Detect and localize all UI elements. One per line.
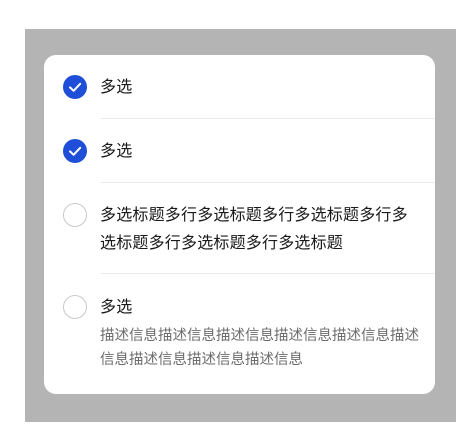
checkbox-option-3[interactable]: 多选标题多行多选标题多行多选标题多行多选标题多行多选标题多行多选标题 [44, 183, 435, 273]
empty-circle-icon[interactable] [63, 295, 87, 319]
check-circle-icon[interactable] [63, 75, 87, 99]
checkbox-option-2[interactable]: 多选 [44, 119, 435, 183]
check-circle-icon[interactable] [63, 139, 87, 163]
option-description: 描述信息描述信息描述信息描述信息描述信息描述信息描述信息描述信息描述信息 [100, 328, 419, 368]
option-title: 多选标题多行多选标题多行多选标题多行多选标题多行多选标题多行多选标题 [100, 205, 408, 252]
checkbox-group-card: 多选 多选 多选标题多行多选标题多行多选标题多行多选标题多行多选标题多行多选标题… [44, 55, 435, 394]
option-title: 多选 [100, 141, 133, 160]
option-title: 多选 [100, 297, 133, 316]
empty-circle-icon[interactable] [63, 203, 87, 227]
checkbox-option-4[interactable]: 多选 描述信息描述信息描述信息描述信息描述信息描述信息描述信息描述信息描述信息 [44, 274, 435, 394]
checkbox-option-1[interactable]: 多选 [44, 55, 435, 119]
option-title: 多选 [100, 77, 133, 96]
